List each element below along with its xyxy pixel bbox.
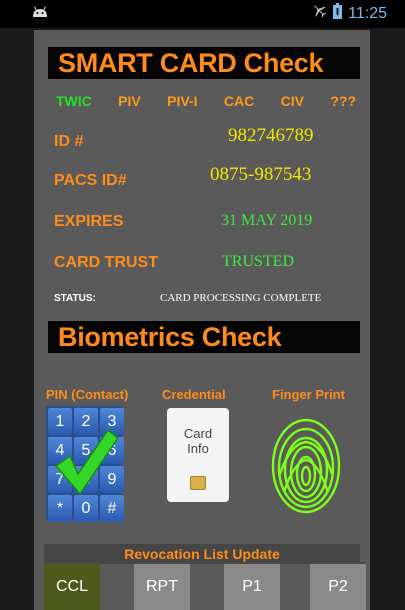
key-7[interactable]: 7 (48, 466, 72, 493)
clock: 11:25 (348, 4, 387, 22)
smart-card-title: SMART CARD Check (48, 47, 360, 79)
key-9[interactable]: 9 (100, 466, 124, 493)
card-type-cac[interactable]: CAC (224, 93, 254, 109)
card-type-civ[interactable]: CIV (281, 93, 304, 109)
card-info-button[interactable]: Card Info (167, 408, 229, 502)
credential-label: Credential (162, 387, 226, 402)
expires-label: EXPIRES (54, 213, 124, 230)
status-bar: 11:25 (0, 0, 405, 28)
p1-button[interactable]: P1 (224, 562, 280, 610)
key-8[interactable]: 8 (74, 466, 98, 493)
card-type-twic[interactable]: TWIC (56, 93, 92, 109)
airplane-mode-icon (311, 3, 327, 24)
status-value: CARD PROCESSING COMPLETE (160, 292, 322, 304)
key-6[interactable]: 6 (100, 437, 124, 464)
pacs-id-label: PACS ID# (54, 172, 127, 189)
key-2[interactable]: 2 (74, 408, 98, 435)
key-1[interactable]: 1 (48, 408, 72, 435)
key-3[interactable]: 3 (100, 408, 124, 435)
rpt-button[interactable]: RPT (134, 562, 190, 610)
revocation-list-title: Revocation List Update (44, 544, 360, 564)
card-type-unknown[interactable]: ??? (330, 93, 356, 109)
key-5[interactable]: 5 (74, 437, 98, 464)
card-info-line2: Info (187, 441, 209, 456)
card-info-line1: Card (183, 426, 213, 441)
status-label: STATUS: (54, 293, 96, 304)
biometrics-title: Biometrics Check (48, 321, 360, 353)
fingerprint-icon[interactable] (270, 414, 342, 519)
id-label: ID # (54, 133, 84, 150)
card-type-selector: TWIC PIV PIV-I CAC CIV ??? (56, 93, 356, 109)
key-star[interactable]: * (48, 495, 72, 522)
key-hash[interactable]: # (100, 495, 124, 522)
battery-icon (333, 3, 343, 24)
pin-keypad: 1 2 3 4 5 6 7 8 9 * 0 # (46, 406, 124, 522)
id-value: 982746789 (228, 125, 314, 146)
card-trust-value: TRUSTED (222, 253, 294, 270)
card-trust-label: CARD TRUST (54, 254, 158, 271)
card-type-piv-i[interactable]: PIV-I (167, 93, 197, 109)
finger-print-label: Finger Print (272, 387, 345, 402)
ccl-button[interactable]: CCL (44, 562, 100, 610)
pacs-id-value: 0875-987543 (210, 164, 312, 185)
card-type-piv[interactable]: PIV (118, 93, 141, 109)
expires-value: 31 MAY 2019 (221, 212, 313, 229)
pin-contact-label: PIN (Contact) (46, 387, 129, 402)
main-panel: SMART CARD Check TWIC PIV PIV-I CAC CIV … (34, 30, 370, 610)
key-4[interactable]: 4 (48, 437, 72, 464)
chip-icon (190, 476, 206, 490)
key-0[interactable]: 0 (74, 495, 98, 522)
android-icon (32, 5, 48, 23)
p2-button[interactable]: P2 (310, 562, 366, 610)
